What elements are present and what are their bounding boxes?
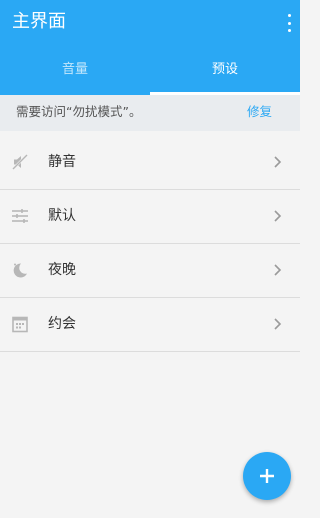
moon-icon <box>13 263 27 278</box>
plus-icon <box>260 469 274 483</box>
preset-item-default[interactable]: 默认 <box>0 190 300 244</box>
calendar-icon <box>12 316 28 333</box>
sliders-icon <box>12 209 28 223</box>
fix-button[interactable]: 修复 <box>247 95 272 129</box>
chevron-right-icon <box>274 210 282 222</box>
preset-label: 夜晚 <box>48 262 76 278</box>
preset-label: 静音 <box>48 154 76 170</box>
preset-item-date[interactable]: 约会 <box>0 298 300 352</box>
tab-bar: 音量 预设 <box>0 50 300 95</box>
tab-volume[interactable]: 音量 <box>0 50 150 95</box>
preset-item-night[interactable]: 夜晚 <box>0 244 300 298</box>
page-title: 主界面 <box>12 11 66 32</box>
chevron-right-icon <box>274 318 282 330</box>
app-bar: 主界面 音量 预设 <box>0 0 300 95</box>
preset-label: 默认 <box>48 208 76 224</box>
preset-item-mute[interactable]: 静音 <box>0 136 300 190</box>
add-preset-button[interactable] <box>243 452 291 500</box>
notice-text: 需要访问“勿扰模式”。 <box>16 104 142 119</box>
overflow-menu-icon[interactable] <box>284 14 294 32</box>
muted-speaker-icon <box>12 154 28 170</box>
preset-label: 约会 <box>48 316 76 332</box>
tab-presets[interactable]: 预设 <box>150 50 300 95</box>
permission-notice: 需要访问“勿扰模式”。 修复 <box>0 95 300 131</box>
preset-list: 静音 默认 夜晚 约会 <box>0 136 300 352</box>
chevron-right-icon <box>274 264 282 276</box>
chevron-right-icon <box>274 156 282 168</box>
